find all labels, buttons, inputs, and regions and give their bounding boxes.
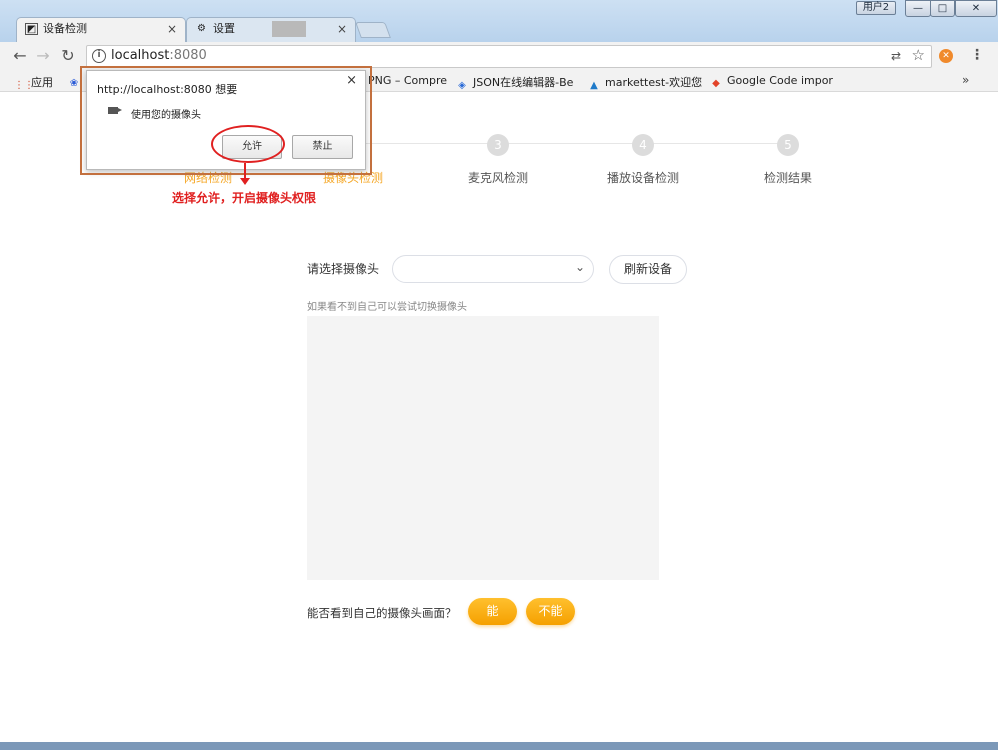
gear-icon: ⚙ <box>197 23 206 34</box>
step-label: 播放设备检测 <box>606 171 679 185</box>
paw-icon: ❀ <box>69 78 79 89</box>
tab-title: 设备检测 <box>43 22 87 35</box>
blurred-region <box>272 21 306 37</box>
bookmark-markettest[interactable]: ▲ markettest-欢迎您 <box>588 74 702 92</box>
code-icon: ◈ <box>458 80 466 91</box>
minimize-button[interactable]: — <box>905 0 931 17</box>
browser-window: 用户2 — □ ✕ ◩ 设备检测 × ⚙ 设置 × ← → ↻ i localh… <box>0 0 998 750</box>
taskbar-strip <box>0 742 998 750</box>
tab-device-check[interactable]: ◩ 设备检测 × <box>16 17 186 42</box>
step-result: 5 检测结果 <box>718 134 858 186</box>
drive-icon: ▲ <box>590 80 598 91</box>
title-bar: 用户2 — □ ✕ ◩ 设备检测 × ⚙ 设置 × <box>0 0 998 42</box>
forward-arrow-icon[interactable]: → <box>33 46 53 66</box>
reload-icon[interactable]: ↻ <box>58 46 78 66</box>
user-badge[interactable]: 用户2 <box>856 1 896 15</box>
allow-highlight-circle <box>211 125 285 163</box>
bookmark-json[interactable]: ◈ JSON在线编辑器-Be <box>456 74 573 92</box>
annotation-arrow-head <box>240 178 250 185</box>
camera-select-label: 请选择摄像头 <box>307 262 380 276</box>
maximize-button[interactable]: □ <box>930 0 955 17</box>
refresh-devices-button[interactable]: 刷新设备 <box>609 255 687 284</box>
step-number: 4 <box>632 134 654 156</box>
close-icon[interactable]: × <box>167 18 177 40</box>
new-tab-button[interactable] <box>355 22 391 38</box>
info-icon[interactable]: i <box>92 49 106 63</box>
annotation-text: 选择允许，开启摄像头权限 <box>172 191 317 205</box>
close-window-button[interactable]: ✕ <box>955 0 997 17</box>
no-button[interactable]: 不能 <box>526 598 575 625</box>
bookmark-google-code[interactable]: ◆ Google Code impor <box>710 74 833 90</box>
address-bar[interactable]: i localhost:8080 ⇄ ☆ <box>86 45 932 68</box>
camera-select[interactable]: ⌄ <box>392 255 594 283</box>
tab-settings[interactable]: ⚙ 设置 × <box>186 17 356 42</box>
camera-preview <box>307 316 659 580</box>
gitlab-icon: ◆ <box>712 78 720 89</box>
page-content: 1 网络检测 2 摄像头检测 3 麦克风检测 4 播放设备检测 5 检测结果 请… <box>0 92 998 742</box>
back-arrow-icon[interactable]: ← <box>10 46 30 66</box>
translate-icon[interactable]: ⇄ <box>891 49 901 63</box>
bookmark-png[interactable]: PNG – Compre <box>368 74 447 87</box>
step-playback: 4 播放设备检测 <box>573 134 713 186</box>
camera-hint: 如果看不到自己可以尝试切换摄像头 <box>307 302 467 313</box>
step-number: 5 <box>777 134 799 156</box>
star-icon[interactable]: ☆ <box>912 46 925 64</box>
step-label: 麦克风检测 <box>467 171 528 185</box>
tab-title: 设置 <box>213 22 235 35</box>
more-bookmarks-icon[interactable]: » <box>962 73 969 87</box>
url-text: localhost:8080 <box>111 48 207 63</box>
step-label: 检测结果 <box>763 171 812 185</box>
menu-dots-icon[interactable]: ⋮ <box>970 47 984 63</box>
apps-grid-icon: ⋮⋮ <box>14 80 34 91</box>
close-icon[interactable]: × <box>337 18 347 40</box>
step-microphone: 3 麦克风检测 <box>428 134 568 186</box>
yes-button[interactable]: 能 <box>468 598 517 625</box>
image-icon: ◩ <box>25 23 38 35</box>
step-number: 3 <box>487 134 509 156</box>
camera-question: 能否看到自己的摄像头画面？ <box>307 606 457 620</box>
extension-icon[interactable]: ✕ <box>939 49 953 63</box>
chevron-down-icon: ⌄ <box>574 260 585 274</box>
bookmark-apps[interactable]: ⋮⋮应用 <box>14 74 53 92</box>
